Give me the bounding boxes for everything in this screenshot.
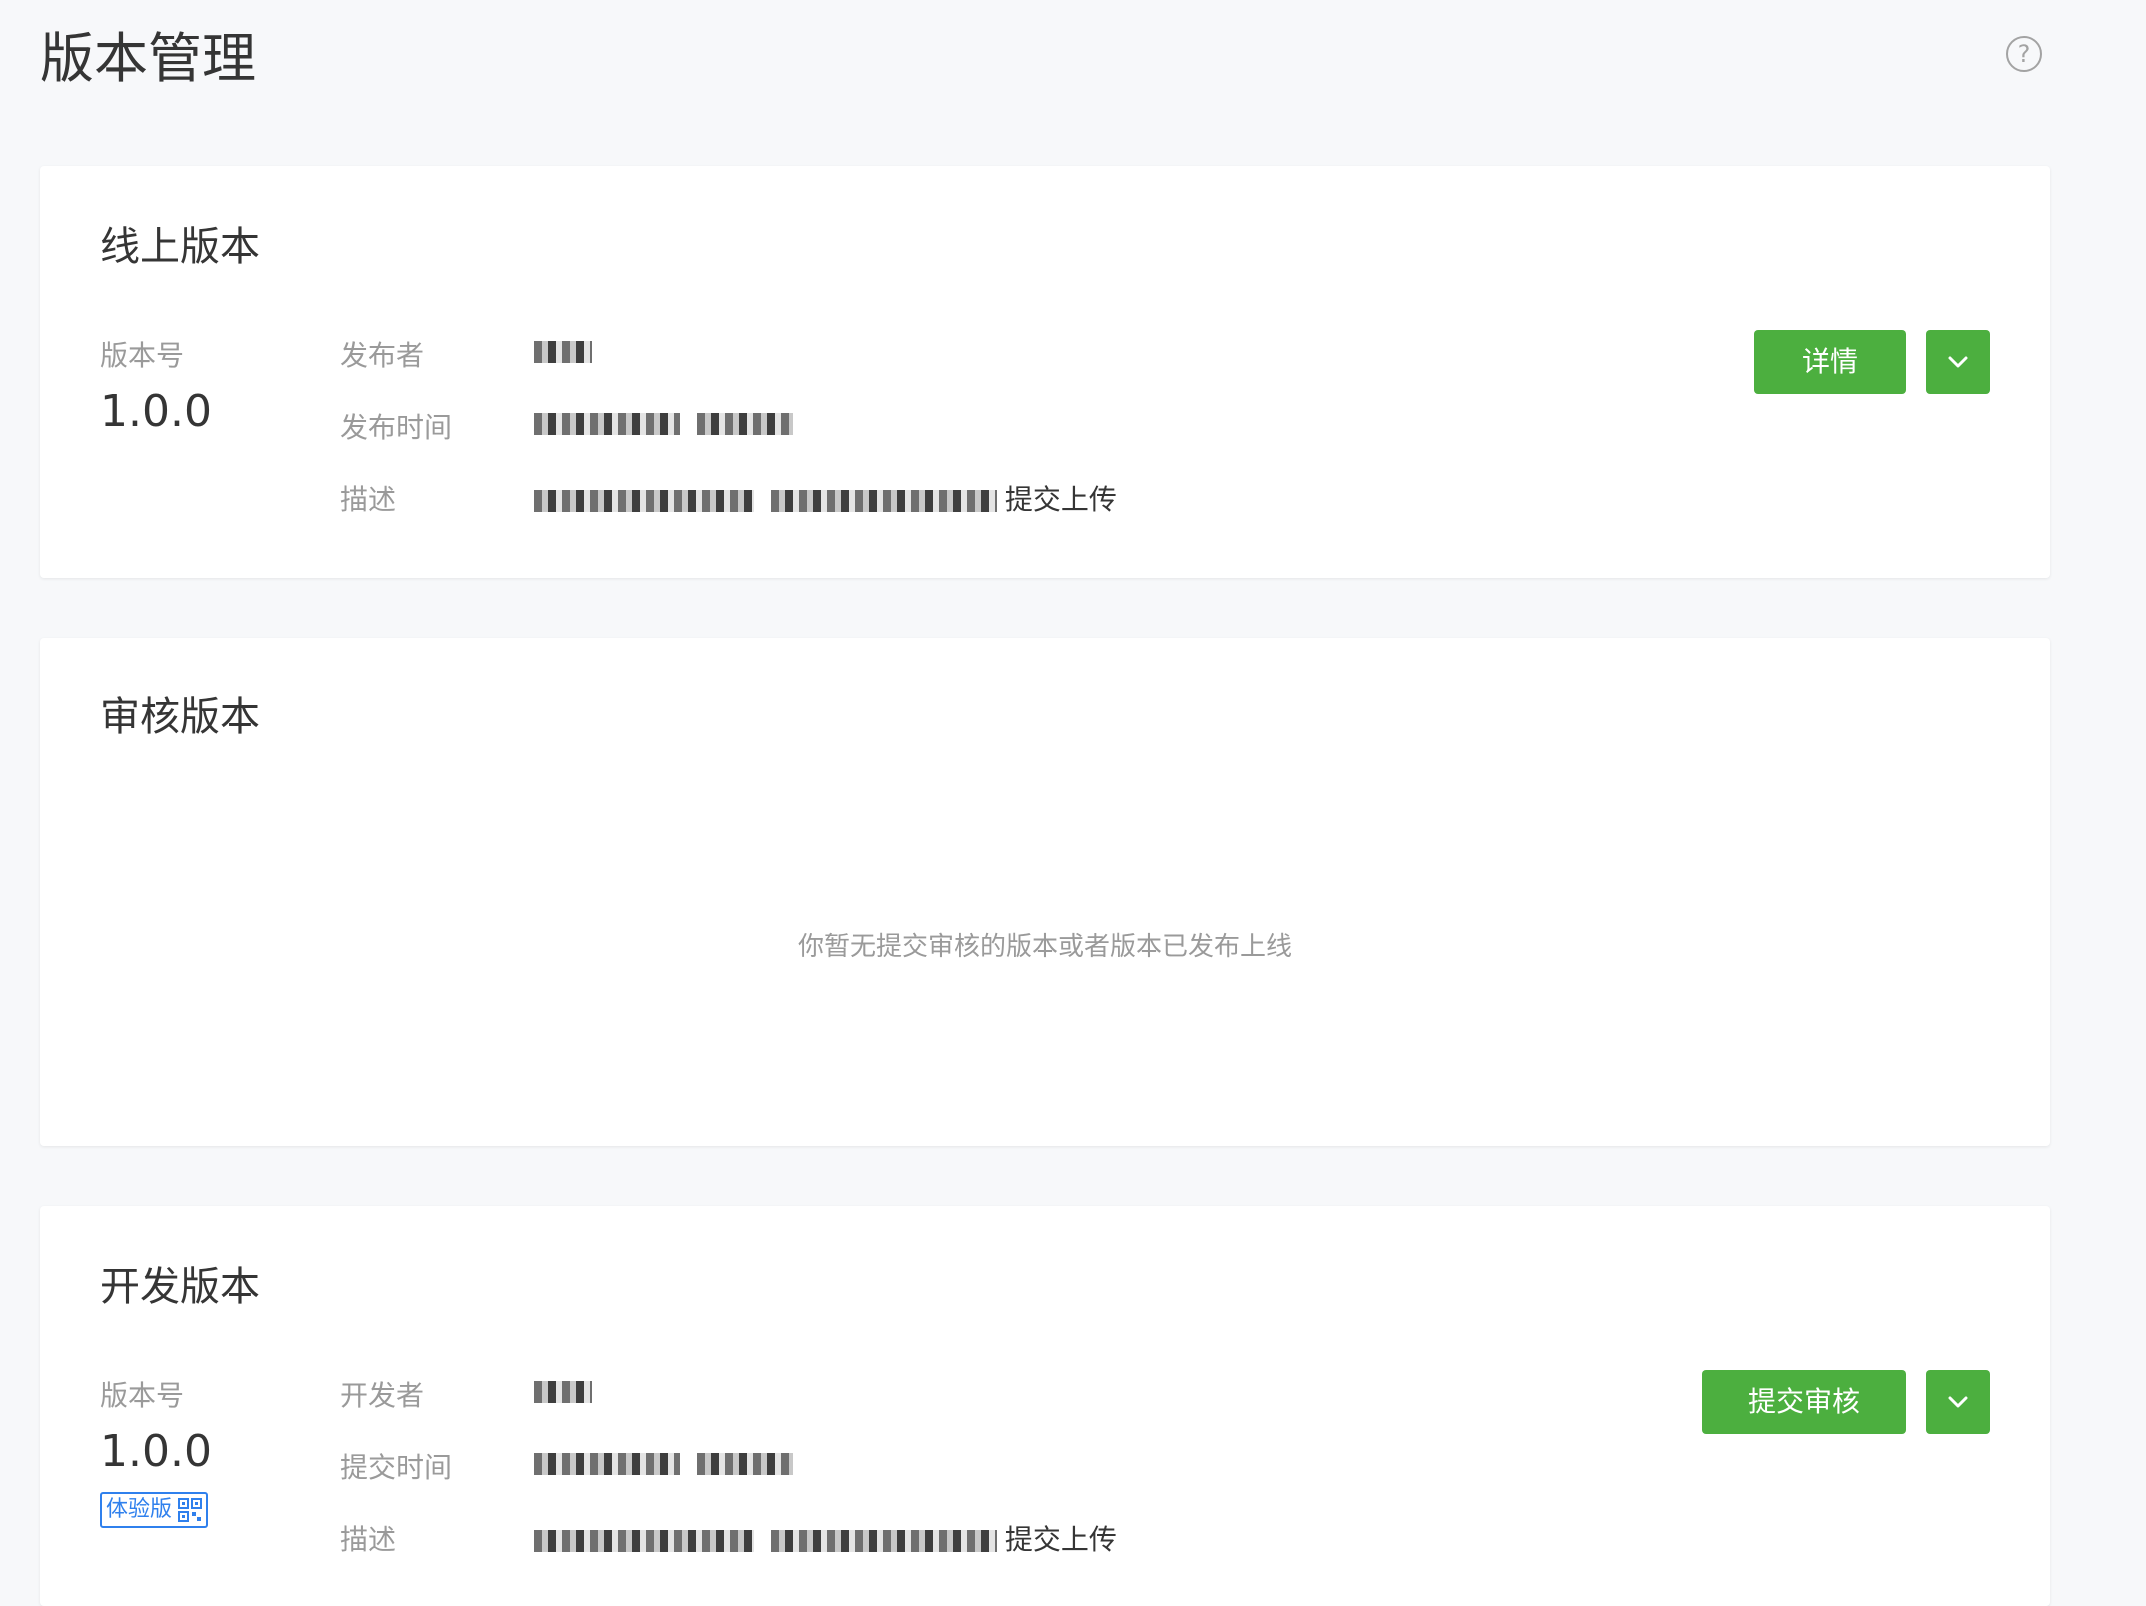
redacted-text — [534, 490, 754, 512]
description-label: 描述 — [340, 1523, 397, 1556]
version-number: 1.0.0 — [100, 386, 212, 437]
redacted-text — [770, 490, 997, 512]
online-version-title: 线上版本 — [100, 224, 260, 270]
redacted-text — [770, 1530, 997, 1552]
description-value: 提交上传 — [534, 1518, 1117, 1558]
publisher-label: 发布者 — [340, 339, 425, 372]
qr-code-icon — [178, 1498, 203, 1522]
developer-value — [534, 1374, 600, 1407]
version-management-page: 版本管理 ? 线上版本 版本号 1.0.0 发布者 发布时间 描述 提交上传 详… — [0, 0, 2146, 1606]
version-number-label: 版本号 — [100, 339, 185, 372]
redacted-text — [696, 1453, 793, 1475]
chevron-down-icon — [1948, 356, 1968, 368]
redacted-text — [534, 1453, 680, 1475]
online-version-card: 线上版本 版本号 1.0.0 发布者 发布时间 描述 提交上传 详情 — [40, 166, 2050, 578]
redacted-text — [534, 413, 680, 435]
dev-version-title: 开发版本 — [100, 1264, 260, 1310]
submit-time-value — [534, 1446, 801, 1479]
version-number: 1.0.0 — [100, 1426, 212, 1477]
description-label: 描述 — [340, 483, 397, 516]
redacted-text — [534, 1530, 754, 1552]
version-number-label: 版本号 — [100, 1379, 185, 1412]
redacted-text — [534, 1381, 592, 1403]
publish-time-label: 发布时间 — [340, 411, 453, 444]
experience-badge-label: 体验版 — [106, 1497, 173, 1522]
dev-more-dropdown[interactable] — [1926, 1370, 1990, 1434]
question-circle-icon[interactable]: ? — [2006, 36, 2042, 72]
review-version-card: 审核版本 你暂无提交审核的版本或者版本已发布上线 — [40, 638, 2050, 1146]
review-version-title: 审核版本 — [100, 694, 260, 740]
details-button[interactable]: 详情 — [1754, 330, 1906, 394]
dev-version-card: 开发版本 版本号 1.0.0 体验版 开发者 提交时间 描述 提交上传 提交审核 — [40, 1206, 2050, 1606]
online-more-dropdown[interactable] — [1926, 330, 1990, 394]
submit-time-label: 提交时间 — [340, 1451, 453, 1484]
submit-review-button[interactable]: 提交审核 — [1702, 1370, 1906, 1434]
redacted-text — [696, 413, 793, 435]
redacted-text — [534, 341, 592, 363]
publish-time-value — [534, 406, 801, 439]
developer-label: 开发者 — [340, 1379, 425, 1412]
publisher-value — [534, 334, 600, 367]
description-suffix: 提交上传 — [1004, 1523, 1117, 1556]
page-title: 版本管理 — [40, 27, 256, 90]
experience-version-badge[interactable]: 体验版 — [100, 1492, 209, 1528]
description-suffix: 提交上传 — [1004, 483, 1117, 516]
description-value: 提交上传 — [534, 478, 1117, 518]
empty-state-text: 你暂无提交审核的版本或者版本已发布上线 — [797, 932, 1292, 962]
chevron-down-icon — [1948, 1396, 1968, 1408]
